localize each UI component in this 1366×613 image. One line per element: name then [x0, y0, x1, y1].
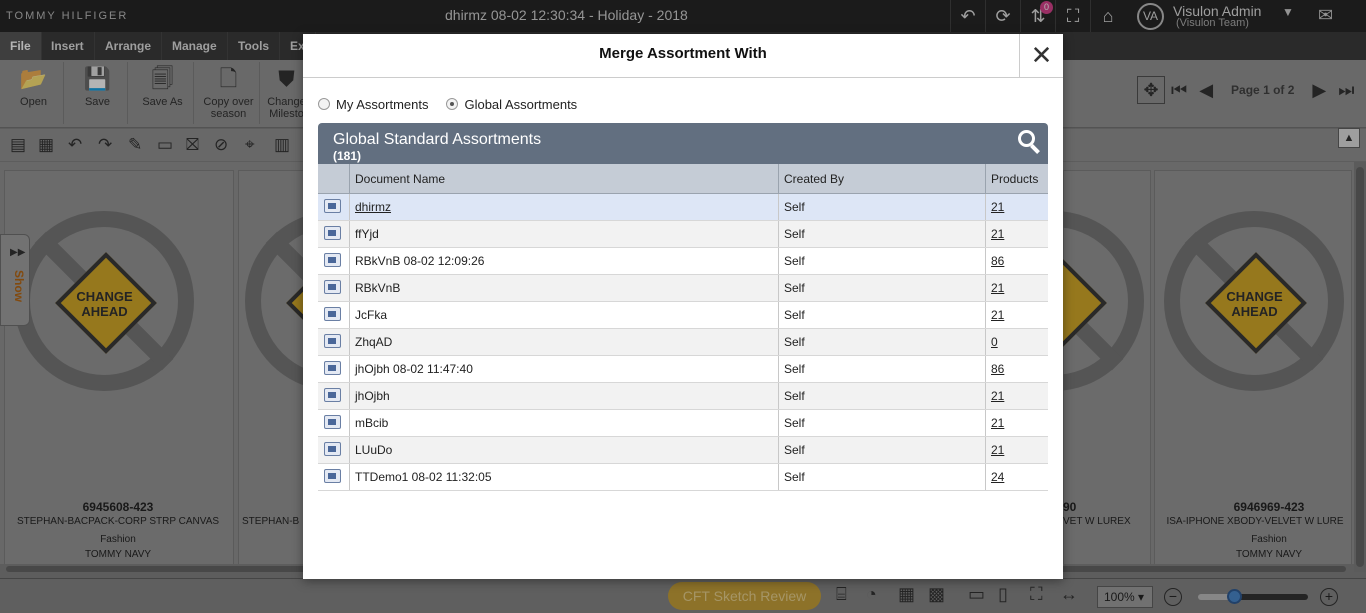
products-count-link[interactable]: 21: [991, 389, 1004, 403]
assortment-doc-icon: [324, 415, 341, 429]
created-by-cell: Self: [778, 302, 985, 328]
products-count-link[interactable]: 21: [991, 308, 1004, 322]
column-header-created-by[interactable]: Created By: [778, 164, 985, 194]
close-icon[interactable]: ✕: [1019, 34, 1063, 78]
document-name[interactable]: RBkVnB: [355, 281, 400, 295]
document-name[interactable]: RBkVnB 08-02 12:09:26: [355, 254, 484, 268]
products-cell[interactable]: 21: [985, 275, 1048, 301]
products-count-link[interactable]: 86: [991, 254, 1004, 268]
grid-header: Global Standard Assortments (181): [318, 123, 1048, 164]
document-name[interactable]: ZhqAD: [355, 335, 392, 349]
products-cell[interactable]: 21: [985, 302, 1048, 328]
my-assortments-radio[interactable]: [318, 98, 330, 110]
products-cell[interactable]: 24: [985, 464, 1048, 490]
document-name[interactable]: jhOjbh: [355, 389, 390, 403]
created-by-cell: Self: [778, 410, 985, 436]
products-count-link[interactable]: 24: [991, 470, 1004, 484]
table-row[interactable]: mBcib Self 21: [318, 410, 1048, 437]
dialog-header: Merge Assortment With ✕: [303, 34, 1063, 78]
assortment-doc-icon: [324, 334, 341, 348]
column-headers: Document Name Created By Products: [318, 164, 1048, 194]
products-count-link[interactable]: 21: [991, 281, 1004, 295]
created-by-cell: Self: [778, 464, 985, 490]
products-cell[interactable]: 21: [985, 194, 1048, 220]
global-assortments-radio[interactable]: [446, 98, 459, 110]
products-cell[interactable]: 21: [985, 221, 1048, 247]
products-count-link[interactable]: 21: [991, 200, 1004, 214]
grid-count: (181): [333, 149, 362, 163]
created-by-cell: Self: [778, 356, 985, 382]
created-by-cell: Self: [778, 275, 985, 301]
created-by-cell: Self: [778, 383, 985, 409]
document-name[interactable]: ffYjd: [355, 227, 379, 241]
document-name[interactable]: TTDemo1 08-02 11:32:05: [355, 470, 492, 484]
table-row[interactable]: jhOjbh 08-02 11:47:40 Self 86: [318, 356, 1048, 383]
created-by-cell: Self: [778, 248, 985, 274]
dialog-title: Merge Assortment With: [599, 45, 767, 62]
document-name-cell[interactable]: jhOjbh 08-02 11:47:40: [349, 356, 778, 382]
document-name-cell[interactable]: JcFka: [349, 302, 778, 328]
products-count-link[interactable]: 21: [991, 443, 1004, 457]
document-name-cell[interactable]: mBcib: [349, 410, 778, 436]
grid-title: Global Standard Assortments: [333, 131, 542, 148]
table-row[interactable]: dhirmz Self 21: [318, 194, 1048, 221]
merge-assortment-dialog: Merge Assortment With ✕ My Assortments G…: [303, 34, 1063, 579]
column-header-document-name[interactable]: Document Name: [349, 164, 778, 194]
assortment-doc-icon: [324, 469, 341, 483]
assortment-rows: dhirmz Self 21 ffYjd Self 21 RBkVnB 08-02 12:0…: [318, 194, 1048, 491]
search-icon[interactable]: [1016, 128, 1042, 154]
document-name-cell[interactable]: RBkVnB 08-02 12:09:26: [349, 248, 778, 274]
my-assortments-label[interactable]: My Assortments: [336, 97, 428, 112]
assortment-source-radios: My Assortments Global Assortments: [318, 96, 595, 112]
document-name-cell[interactable]: LUuDo: [349, 437, 778, 463]
assortment-doc-icon: [324, 280, 341, 294]
products-cell[interactable]: 21: [985, 410, 1048, 436]
assortment-doc-icon: [324, 199, 341, 213]
document-name-cell[interactable]: jhOjbh: [349, 383, 778, 409]
document-name-cell[interactable]: RBkVnB: [349, 275, 778, 301]
products-count-link[interactable]: 21: [991, 416, 1004, 430]
document-name-cell[interactable]: ffYjd: [349, 221, 778, 247]
products-cell[interactable]: 21: [985, 437, 1048, 463]
assortment-doc-icon: [324, 361, 341, 375]
products-cell[interactable]: 0: [985, 329, 1048, 355]
products-cell[interactable]: 21: [985, 383, 1048, 409]
assortment-doc-icon: [324, 226, 341, 240]
created-by-cell: Self: [778, 437, 985, 463]
created-by-cell: Self: [778, 329, 985, 355]
document-name-cell[interactable]: ZhqAD: [349, 329, 778, 355]
products-count-link[interactable]: 0: [991, 335, 998, 349]
table-row[interactable]: LUuDo Self 21: [318, 437, 1048, 464]
document-name-cell[interactable]: dhirmz: [349, 194, 778, 220]
assortment-doc-icon: [324, 307, 341, 321]
table-row[interactable]: RBkVnB Self 21: [318, 275, 1048, 302]
table-row[interactable]: RBkVnB 08-02 12:09:26 Self 86: [318, 248, 1048, 275]
document-name[interactable]: mBcib: [355, 416, 388, 430]
assortment-doc-icon: [324, 253, 341, 267]
products-count-link[interactable]: 21: [991, 227, 1004, 241]
document-name[interactable]: JcFka: [355, 308, 387, 322]
table-row[interactable]: ZhqAD Self 0: [318, 329, 1048, 356]
global-assortments-label[interactable]: Global Assortments: [464, 97, 577, 112]
document-name[interactable]: LUuDo: [355, 443, 392, 457]
document-name[interactable]: jhOjbh 08-02 11:47:40: [355, 362, 473, 376]
created-by-cell: Self: [778, 221, 985, 247]
assortment-doc-icon: [324, 388, 341, 402]
table-row[interactable]: jhOjbh Self 21: [318, 383, 1048, 410]
document-name[interactable]: dhirmz: [355, 200, 391, 214]
products-count-link[interactable]: 86: [991, 362, 1004, 376]
table-row[interactable]: JcFka Self 21: [318, 302, 1048, 329]
column-header-products[interactable]: Products: [985, 164, 1048, 194]
document-name-cell[interactable]: TTDemo1 08-02 11:32:05: [349, 464, 778, 490]
products-cell[interactable]: 86: [985, 248, 1048, 274]
table-row[interactable]: TTDemo1 08-02 11:32:05 Self 24: [318, 464, 1048, 491]
table-row[interactable]: ffYjd Self 21: [318, 221, 1048, 248]
created-by-cell: Self: [778, 194, 985, 220]
assortment-doc-icon: [324, 442, 341, 456]
products-cell[interactable]: 86: [985, 356, 1048, 382]
